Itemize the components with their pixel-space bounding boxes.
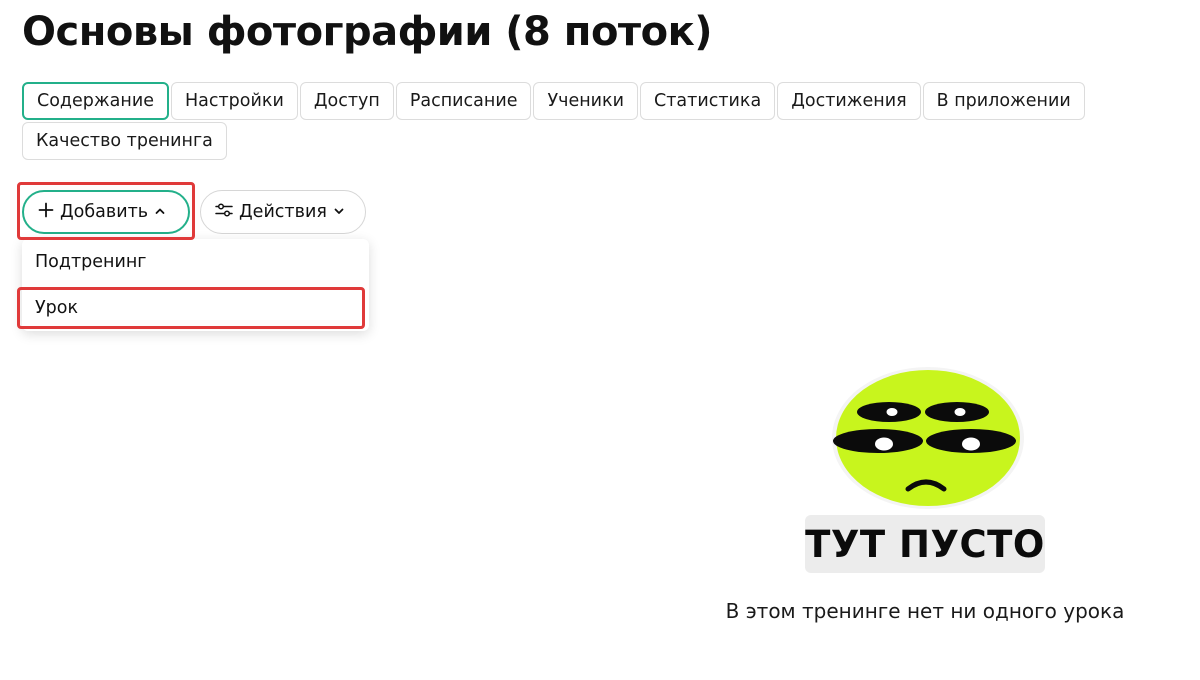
add-button-label: Добавить: [60, 202, 149, 222]
tab-statistics[interactable]: Статистика: [640, 82, 776, 120]
chevron-down-icon: [333, 202, 345, 222]
empty-alien-illustration: [832, 367, 1024, 509]
menu-item-subtraining[interactable]: Подтренинг: [22, 239, 369, 285]
actions-button-label: Действия: [239, 202, 327, 222]
tab-training-quality[interactable]: Качество тренинга: [22, 122, 227, 160]
tab-settings[interactable]: Настройки: [170, 82, 298, 120]
sliders-icon: [215, 202, 233, 223]
empty-state-description: В этом тренинге нет ни одного урока: [725, 599, 1125, 623]
add-button[interactable]: Добавить: [22, 190, 190, 234]
tab-in-app[interactable]: В приложении: [922, 82, 1085, 120]
content-toolbar: Добавить Действия: [22, 190, 366, 234]
empty-state-badge: ТУТ ПУСТО: [805, 515, 1045, 573]
page-title: Основы фотографии (8 поток): [22, 9, 713, 55]
tab-schedule[interactable]: Расписание: [395, 82, 532, 120]
tabs-bar: Содержание Настройки Доступ Расписание У…: [22, 82, 1142, 160]
tab-content[interactable]: Содержание: [22, 82, 169, 120]
plus-icon: [38, 202, 54, 223]
tab-access[interactable]: Доступ: [299, 82, 394, 120]
chevron-up-icon: [154, 202, 166, 222]
menu-item-lesson[interactable]: Урок: [22, 285, 369, 331]
tab-students[interactable]: Ученики: [533, 82, 638, 120]
tab-achievements[interactable]: Достижения: [777, 82, 921, 120]
add-dropdown-menu: Подтренинг Урок: [22, 239, 369, 331]
actions-button[interactable]: Действия: [200, 190, 366, 234]
